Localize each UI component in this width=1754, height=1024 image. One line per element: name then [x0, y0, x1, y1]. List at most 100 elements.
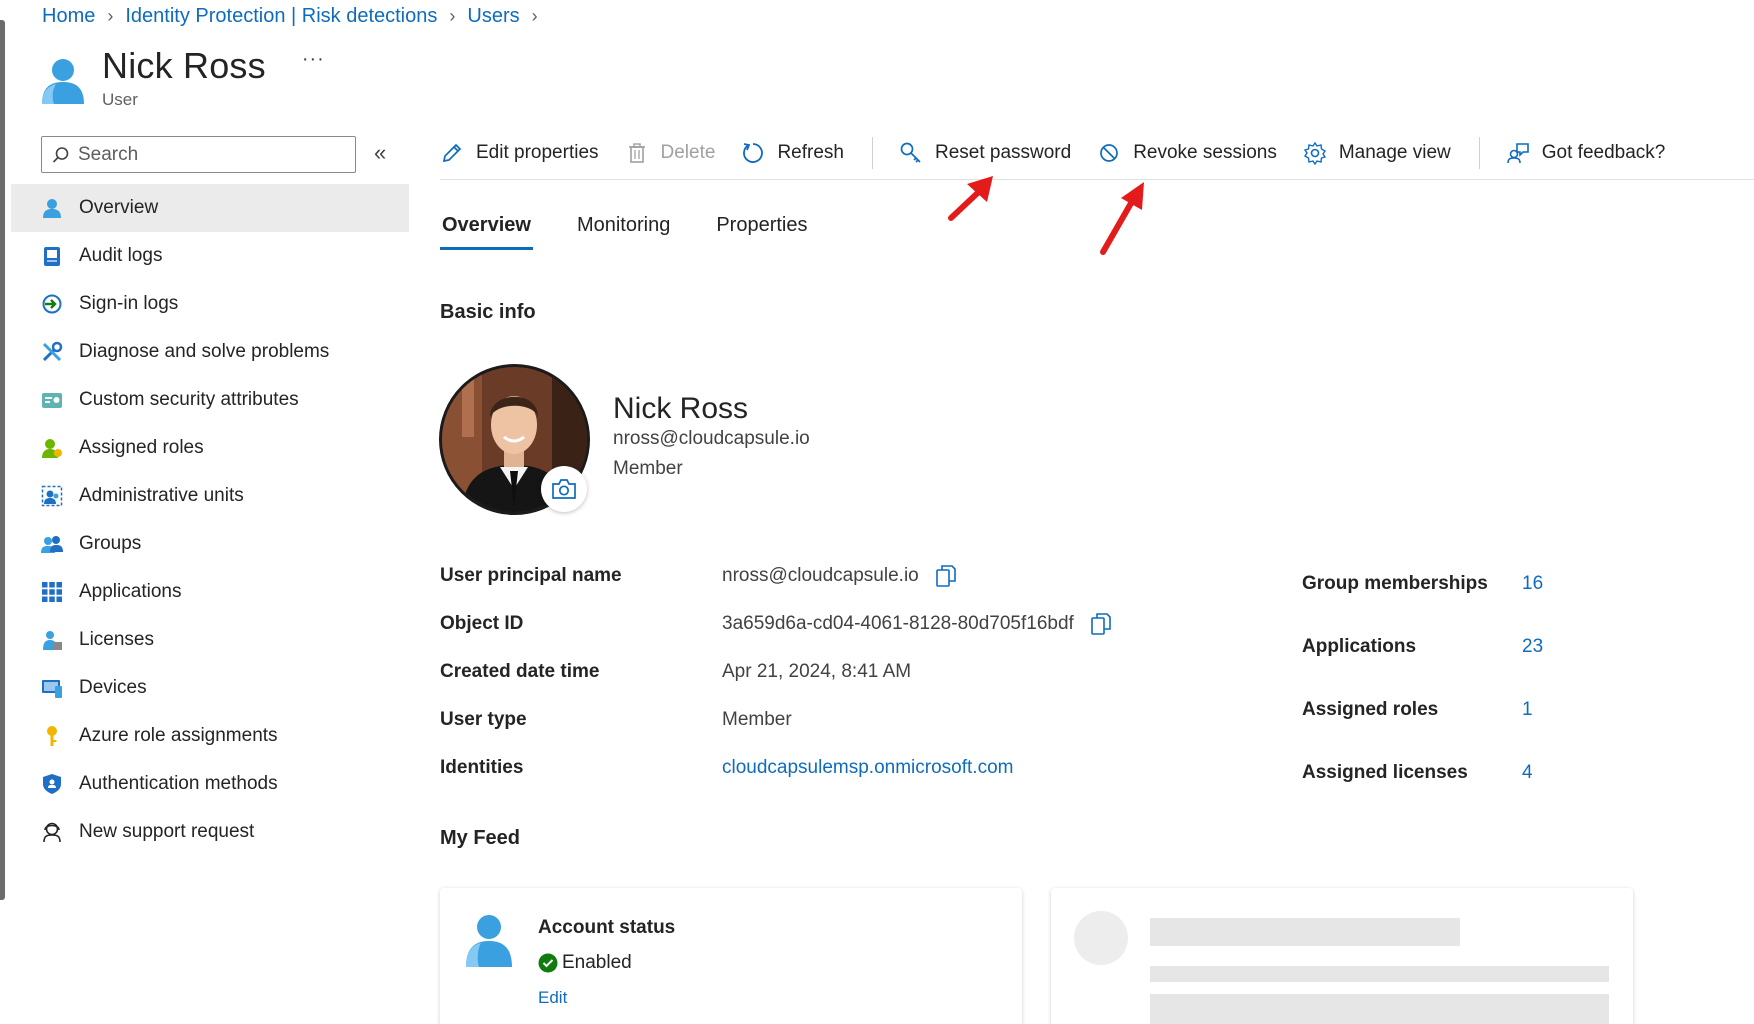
- sidebar-item-label: Devices: [79, 677, 147, 698]
- detail-label: Created date time: [440, 661, 600, 682]
- chevron-right-icon: ›: [449, 5, 456, 26]
- refresh-button[interactable]: Refresh: [741, 141, 844, 165]
- sidebar-item-label: Audit logs: [79, 245, 163, 266]
- breadcrumb-identity-protection[interactable]: Identity Protection | Risk detections: [125, 5, 437, 28]
- sidebar-item-label: Authentication methods: [79, 773, 278, 794]
- sidebar-item-groups[interactable]: Groups: [11, 520, 409, 568]
- key-search-icon: [899, 141, 923, 165]
- toolbar-divider: [871, 137, 873, 169]
- loading-placeholder-title: [1150, 918, 1460, 946]
- audit-log-icon: [41, 245, 63, 267]
- breadcrumb: Home › Identity Protection | Risk detect…: [42, 4, 550, 28]
- sidebar-item-authentication-methods[interactable]: Authentication methods: [11, 760, 409, 808]
- edit-properties-label: Edit properties: [476, 142, 599, 163]
- group-memberships-link[interactable]: 16: [1522, 573, 1543, 595]
- search-input[interactable]: [78, 143, 338, 166]
- tab-properties[interactable]: Properties: [714, 210, 809, 250]
- sidebar-item-diagnose[interactable]: Diagnose and solve problems: [11, 328, 409, 376]
- sidebar-item-sign-in-logs[interactable]: Sign-in logs: [11, 280, 409, 328]
- assigned-roles-link[interactable]: 1: [1522, 699, 1533, 721]
- user-icon: [42, 59, 84, 104]
- stat-label: Group memberships: [1302, 572, 1488, 594]
- sidebar-item-licenses[interactable]: Licenses: [11, 616, 409, 664]
- user-icon: [466, 915, 512, 967]
- user-type-value: Member: [722, 709, 792, 730]
- my-feed-heading: My Feed: [440, 827, 521, 849]
- created-value: Apr 21, 2024, 8:41 AM: [722, 661, 912, 682]
- copy-icon[interactable]: [1090, 612, 1112, 636]
- sidebar-item-azure-role-assignments[interactable]: Azure role assignments: [11, 712, 409, 760]
- detail-label: User type: [440, 709, 527, 730]
- sidebar-item-label: Applications: [79, 581, 182, 602]
- pencil-icon: [440, 141, 464, 165]
- sidebar-item-label: Assigned roles: [79, 437, 204, 458]
- manage-view-label: Manage view: [1338, 142, 1451, 163]
- edit-account-status-link[interactable]: Edit: [538, 988, 567, 1008]
- revoke-sessions-label: Revoke sessions: [1133, 142, 1277, 163]
- sidebar-item-new-support-request[interactable]: New support request: [11, 808, 409, 856]
- sidebar-item-label: New support request: [79, 821, 255, 842]
- detail-row-upn: User principal name nross@cloudcapsule.i…: [440, 552, 1112, 600]
- copy-icon[interactable]: [935, 564, 957, 588]
- breadcrumb-users[interactable]: Users: [467, 5, 519, 28]
- change-photo-button[interactable]: [541, 466, 587, 512]
- assigned-licenses-link[interactable]: 4: [1522, 762, 1533, 784]
- breadcrumb-home[interactable]: Home: [42, 5, 95, 28]
- sidebar-item-administrative-units[interactable]: Administrative units: [11, 472, 409, 520]
- sidebar-search[interactable]: [41, 136, 356, 173]
- got-feedback-button[interactable]: Got feedback?: [1506, 141, 1666, 165]
- refresh-icon: [741, 141, 765, 165]
- sidebar-item-label: Groups: [79, 533, 142, 554]
- sidebar-item-label: Azure role assignments: [79, 725, 278, 746]
- more-options-button[interactable]: ···: [302, 48, 325, 71]
- sidebar-item-audit-logs[interactable]: Audit logs: [11, 232, 409, 280]
- user-details: User principal name nross@cloudcapsule.i…: [440, 552, 1112, 792]
- applications-link[interactable]: 23: [1522, 636, 1543, 658]
- revoke-sessions-button[interactable]: Revoke sessions: [1097, 141, 1277, 165]
- detail-label: User principal name: [440, 565, 622, 586]
- stat-row-applications: Applications 23: [1302, 615, 1543, 678]
- apps-grid-icon: [41, 581, 63, 603]
- key-icon: [41, 725, 63, 747]
- loading-placeholder-line: [1150, 966, 1609, 982]
- licenses-icon: [41, 629, 63, 651]
- identities-link[interactable]: cloudcapsulemsp.onmicrosoft.com: [722, 757, 1013, 779]
- got-feedback-label: Got feedback?: [1541, 142, 1666, 163]
- sidebar-item-custom-security-attributes[interactable]: Custom security attributes: [11, 376, 409, 424]
- account-status: Enabled: [538, 952, 632, 974]
- edit-properties-button[interactable]: Edit properties: [440, 141, 599, 165]
- stat-row-groups: Group memberships 16: [1302, 552, 1543, 615]
- loading-placeholder-avatar: [1074, 911, 1128, 965]
- camera-icon: [552, 479, 576, 499]
- user-icon: [41, 197, 63, 219]
- sidebar-item-assigned-roles[interactable]: Assigned roles: [11, 424, 409, 472]
- detail-label: Identities: [440, 757, 524, 778]
- delete-button[interactable]: Delete: [625, 141, 715, 165]
- detail-row-created: Created date time Apr 21, 2024, 8:41 AM: [440, 648, 1112, 696]
- collapse-sidebar-button[interactable]: «: [374, 140, 386, 166]
- detail-row-user-type: User type Member: [440, 696, 1112, 744]
- detail-row-object-id: Object ID 3a659d6a-cd04-4061-8128-80d705…: [440, 600, 1112, 648]
- wrench-icon: [41, 341, 63, 363]
- account-status-card: Account status Enabled Edit: [440, 888, 1022, 1024]
- stat-label: Assigned licenses: [1302, 761, 1468, 783]
- manage-view-button[interactable]: Manage view: [1303, 141, 1451, 165]
- tab-monitoring[interactable]: Monitoring: [575, 210, 672, 250]
- user-stats: Group memberships 16 Applications 23 Ass…: [1302, 552, 1543, 804]
- chevron-right-icon: ›: [531, 5, 538, 26]
- sidebar-item-overview[interactable]: Overview: [11, 184, 409, 232]
- attributes-icon: [41, 389, 63, 411]
- reset-password-label: Reset password: [934, 142, 1072, 163]
- sidebar-item-applications[interactable]: Applications: [11, 568, 409, 616]
- tab-strip: Overview Monitoring Properties: [440, 210, 852, 250]
- detail-label: Object ID: [440, 613, 524, 634]
- sidebar-item-devices[interactable]: Devices: [11, 664, 409, 712]
- block-icon: [1097, 141, 1121, 165]
- reset-password-button[interactable]: Reset password: [899, 141, 1071, 165]
- devices-icon: [41, 677, 63, 699]
- page-header: Nick Ross User ···: [40, 44, 325, 110]
- upn-value: nross@cloudcapsule.io: [722, 565, 919, 586]
- toolbar-divider-line: [440, 179, 1754, 180]
- tab-overview[interactable]: Overview: [440, 210, 533, 250]
- search-icon: [52, 146, 69, 163]
